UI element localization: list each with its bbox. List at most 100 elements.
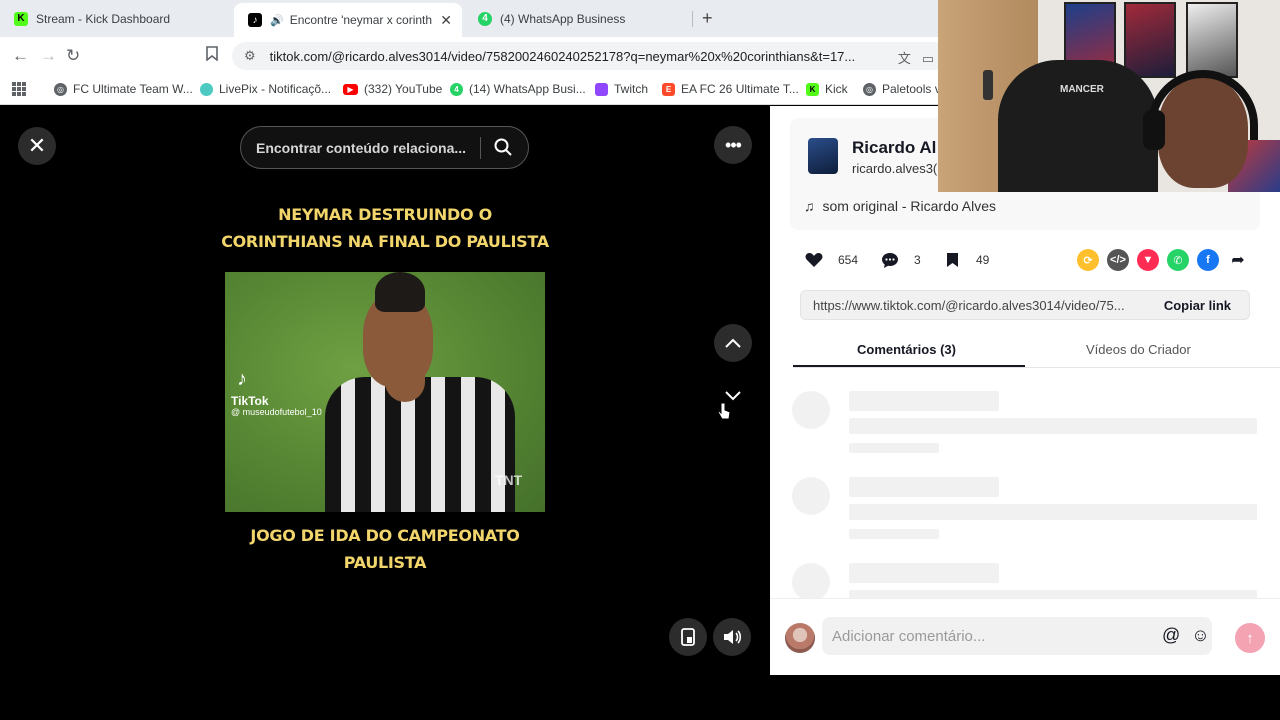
- whatsapp-icon: 4: [478, 11, 492, 26]
- comment-placeholder: Adicionar comentário...: [832, 627, 986, 645]
- apps-grid-icon[interactable]: [12, 82, 26, 96]
- bookmark-paletools[interactable]: ◎ Paletools v: [863, 82, 941, 96]
- bookmark-icon: [942, 250, 962, 270]
- like-button[interactable]: 654: [804, 250, 858, 270]
- watermark-user: @ museudofutebol_10: [231, 407, 322, 417]
- creator-handle[interactable]: ricardo.alves3(: [852, 161, 937, 176]
- send-comment-button[interactable]: ↑: [1235, 623, 1265, 653]
- browser-toolbar: ← → ↻ ⚙ tiktok.com/@ricardo.alves3014/vi…: [0, 37, 940, 75]
- livepix-icon: [200, 82, 213, 96]
- save-button[interactable]: 49: [942, 250, 989, 270]
- tv-watermark: TNT: [495, 472, 523, 488]
- browser-tab-bar: K Stream - Kick Dashboard ♪ 🔊 Encontre '…: [0, 0, 940, 37]
- twitch-icon: [595, 82, 608, 96]
- volume-icon: [724, 630, 742, 644]
- tab-separator: [692, 11, 693, 27]
- search-divider: [480, 137, 481, 159]
- picture-in-picture-icon: [681, 628, 695, 646]
- heart-icon: [804, 250, 824, 270]
- search-icon[interactable]: [493, 137, 513, 157]
- tab-tiktok-search[interactable]: ♪ 🔊 Encontre 'neymar x corinthians ✕: [234, 3, 462, 37]
- video-link-box: https://www.tiktok.com/@ricardo.alves301…: [800, 290, 1250, 320]
- mention-icon[interactable]: @: [1162, 625, 1180, 645]
- video-player-area: ✕ Encontrar conteúdo relaciona... ••• NE…: [0, 106, 770, 720]
- poster: [1186, 2, 1238, 78]
- user-avatar[interactable]: [785, 623, 815, 653]
- hand-cursor-icon: [717, 402, 731, 420]
- tab-kick-dashboard[interactable]: K Stream - Kick Dashboard: [0, 4, 232, 33]
- tiktok-icon: ♪: [248, 13, 262, 27]
- url-text: tiktok.com/@ricardo.alves3014/video/7582…: [269, 48, 856, 64]
- comment-skeleton: [792, 477, 1262, 547]
- gaming-chair: [998, 60, 1158, 192]
- send-to-friends-icon[interactable]: ▼: [1137, 249, 1159, 271]
- emoji-icon[interactable]: ☺: [1191, 625, 1209, 645]
- bookmark-ea-fc[interactable]: E EA FC 26 Ultimate T...: [662, 82, 799, 96]
- music-note-icon: ♫: [804, 198, 815, 214]
- comment-skeleton: [792, 563, 1262, 598]
- bookmark-icon[interactable]: [206, 46, 218, 66]
- repost-icon[interactable]: ⟳: [1077, 249, 1099, 271]
- back-icon[interactable]: ←: [12, 46, 29, 66]
- ea-icon: E: [662, 82, 675, 96]
- comment-composer: Adicionar comentário... @ ☺ ↑: [770, 598, 1280, 675]
- bookmark-livepix[interactable]: LivePix - Notificaçõ...: [200, 82, 331, 96]
- speaker-icon: 🔊: [270, 14, 284, 27]
- globe-icon: ◎: [863, 82, 876, 96]
- whatsapp-share-icon[interactable]: ✆: [1167, 249, 1189, 271]
- embed-icon[interactable]: </>: [1107, 249, 1129, 271]
- tab-whatsapp[interactable]: 4 (4) WhatsApp Business: [464, 4, 694, 33]
- previous-video-button[interactable]: [714, 324, 752, 362]
- translate-icon[interactable]: 文 ▭: [898, 48, 934, 67]
- tab-comments[interactable]: Comentários (3): [857, 342, 956, 357]
- forward-icon[interactable]: →: [40, 46, 57, 66]
- bookmark-youtube[interactable]: ▶ (332) YouTube: [343, 82, 442, 96]
- tab-creator-videos[interactable]: Vídeos do Criador: [1086, 342, 1191, 357]
- creator-name[interactable]: Ricardo Al: [852, 138, 936, 158]
- whatsapp-icon: 4: [450, 82, 463, 96]
- bookmark-whatsapp[interactable]: 4 (14) WhatsApp Busi...: [450, 82, 586, 96]
- comment-input[interactable]: Adicionar comentário...: [822, 617, 1212, 655]
- player-shirt: [325, 377, 515, 512]
- headset-earcup: [1143, 110, 1165, 150]
- active-tab-indicator: [793, 365, 1025, 367]
- close-tab-icon[interactable]: ✕: [432, 12, 452, 29]
- share-arrow-icon[interactable]: ➦: [1227, 249, 1249, 271]
- video-caption-top: NEYMAR DESTRUINDO O CORINTHIANS NA FINAL…: [221, 205, 549, 251]
- new-tab-icon[interactable]: +: [702, 8, 713, 29]
- address-bar[interactable]: ⚙ tiktok.com/@ricardo.alves3014/video/75…: [232, 42, 940, 70]
- close-video-button[interactable]: ✕: [18, 127, 56, 165]
- facebook-share-icon[interactable]: f: [1197, 249, 1219, 271]
- youtube-icon: ▶: [343, 83, 358, 95]
- panel-tabs: Comentários (3) Vídeos do Criador: [793, 332, 1280, 368]
- kick-icon: K: [14, 11, 28, 26]
- related-search-input[interactable]: Encontrar conteúdo relaciona...: [240, 126, 529, 169]
- pip-button[interactable]: [669, 618, 707, 656]
- volume-button[interactable]: [713, 618, 751, 656]
- bookmarks-bar: ◎ FC Ultimate Team W... LivePix - Notific…: [0, 75, 941, 105]
- comment-button[interactable]: 3: [880, 250, 921, 270]
- watermark-brand: TikTok: [231, 394, 269, 408]
- chair-brand-label: MANCER: [1060, 84, 1104, 95]
- tiktok-icon: ♪: [237, 368, 247, 390]
- site-info-icon[interactable]: ⚙: [244, 48, 256, 64]
- copy-link-button[interactable]: Copiar link: [1164, 298, 1231, 313]
- more-options-button[interactable]: •••: [714, 126, 752, 164]
- video-caption-bottom: JOGO DE IDA DO CAMPEONATO PAULISTA: [250, 526, 520, 572]
- chevron-down-icon: [725, 391, 741, 401]
- kick-icon: K: [806, 82, 819, 96]
- webcam-overlay: MANCER: [938, 0, 1280, 192]
- search-placeholder: Encontrar conteúdo relaciona...: [256, 139, 467, 156]
- bookmark-twitch[interactable]: Twitch: [595, 82, 648, 96]
- reload-icon[interactable]: ↻: [66, 46, 80, 66]
- bookmark-fc-ultimate[interactable]: ◎ FC Ultimate Team W...: [54, 82, 193, 96]
- arrow-up-icon: ↑: [1246, 629, 1254, 647]
- globe-icon: ◎: [54, 82, 67, 96]
- music-link[interactable]: ♫ som original - Ricardo Alves: [804, 198, 996, 214]
- creator-avatar[interactable]: [808, 138, 838, 174]
- comment-icon: [880, 250, 900, 270]
- video-frame[interactable]: ♪ TikTok @ museudofutebol_10 TNT: [225, 272, 545, 512]
- poster: [1124, 2, 1176, 78]
- video-link-text: https://www.tiktok.com/@ricardo.alves301…: [813, 297, 1125, 313]
- bookmark-kick[interactable]: K Kick: [806, 82, 848, 96]
